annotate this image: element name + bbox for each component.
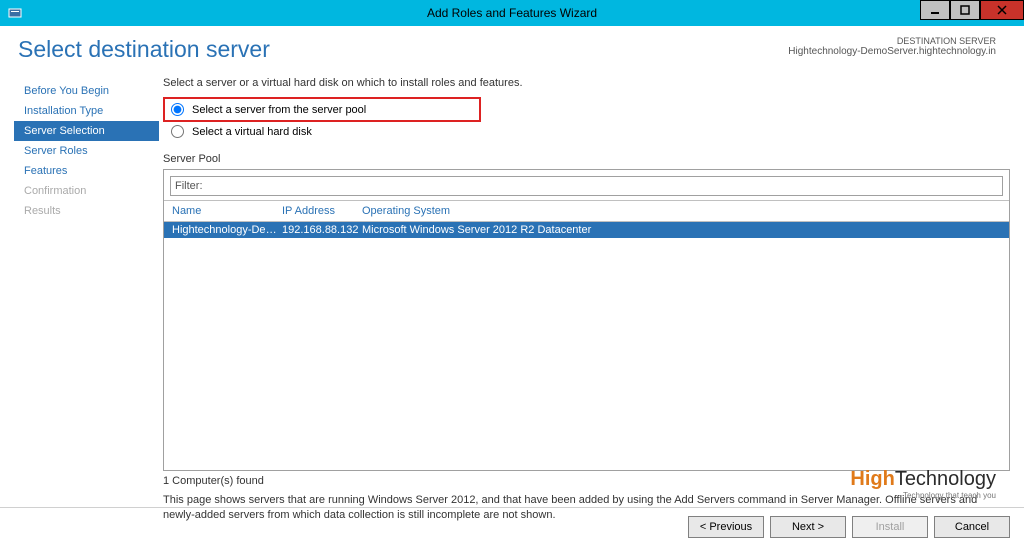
watermark-sub: Technology that teach you bbox=[850, 491, 996, 500]
cell-name: Hightechnology-DemoS... bbox=[172, 224, 282, 236]
grid-header: Name IP Address Operating System bbox=[164, 200, 1009, 222]
maximize-button[interactable] bbox=[950, 0, 980, 20]
table-row[interactable]: Hightechnology-DemoS... 192.168.88.132 M… bbox=[164, 222, 1009, 238]
nav-server-roles[interactable]: Server Roles bbox=[14, 141, 159, 161]
wizard-window: Add Roles and Features Wizard Select des… bbox=[0, 0, 1024, 546]
main-panel: Select a server or a virtual hard disk o… bbox=[159, 77, 1010, 507]
header: Select destination server DESTINATION SE… bbox=[0, 26, 1024, 63]
previous-button[interactable]: < Previous bbox=[688, 516, 764, 538]
nav-features[interactable]: Features bbox=[14, 161, 159, 181]
nav-results: Results bbox=[14, 201, 159, 221]
instruction-text: Select a server or a virtual hard disk o… bbox=[163, 77, 1010, 89]
filter-label: Filter: bbox=[175, 180, 203, 192]
col-os[interactable]: Operating System bbox=[362, 205, 1001, 217]
radio-server-pool-input[interactable] bbox=[171, 103, 184, 116]
nav-server-selection[interactable]: Server Selection bbox=[14, 121, 159, 141]
cancel-button[interactable]: Cancel bbox=[934, 516, 1010, 538]
install-button: Install bbox=[852, 516, 928, 538]
filter-row: Filter: bbox=[170, 176, 1003, 196]
server-pool-header: Server Pool bbox=[163, 153, 1010, 165]
grid-body[interactable]: Hightechnology-DemoS... 192.168.88.132 M… bbox=[164, 222, 1009, 470]
highlight-box: Select a server from the server pool bbox=[163, 97, 481, 122]
nav-installation-type[interactable]: Installation Type bbox=[14, 101, 159, 121]
radio-group: Select a server from the server pool Sel… bbox=[163, 95, 1010, 147]
window-title: Add Roles and Features Wizard bbox=[0, 6, 1024, 20]
radio-vhd[interactable]: Select a virtual hard disk bbox=[163, 122, 1010, 141]
destination-info: DESTINATION SERVER Hightechnology-DemoSe… bbox=[788, 36, 996, 63]
close-button[interactable] bbox=[980, 0, 1024, 20]
col-ip[interactable]: IP Address bbox=[282, 205, 362, 217]
next-button[interactable]: Next > bbox=[770, 516, 846, 538]
window-controls bbox=[920, 0, 1024, 26]
watermark-rest: Technology bbox=[895, 468, 996, 490]
minimize-button[interactable] bbox=[920, 0, 950, 20]
server-pool-box: Filter: Name IP Address Operating System… bbox=[163, 169, 1010, 471]
col-name[interactable]: Name bbox=[172, 205, 282, 217]
watermark: HighTechnology Technology that teach you bbox=[850, 468, 996, 500]
radio-vhd-label: Select a virtual hard disk bbox=[192, 126, 312, 138]
cell-os: Microsoft Windows Server 2012 R2 Datacen… bbox=[362, 224, 1001, 236]
page-title: Select destination server bbox=[18, 36, 270, 63]
radio-vhd-input[interactable] bbox=[171, 125, 184, 138]
destination-value: Hightechnology-DemoServer.hightechnology… bbox=[788, 46, 996, 57]
server-grid: Name IP Address Operating System Hightec… bbox=[164, 200, 1009, 470]
wizard-nav: Before You Begin Installation Type Serve… bbox=[14, 77, 159, 507]
titlebar: Add Roles and Features Wizard bbox=[0, 0, 1024, 26]
radio-server-pool[interactable]: Select a server from the server pool bbox=[169, 100, 475, 119]
filter-input[interactable] bbox=[207, 179, 999, 193]
app-icon bbox=[6, 4, 24, 22]
footer: < Previous Next > Install Cancel bbox=[0, 507, 1024, 546]
body: Before You Begin Installation Type Serve… bbox=[0, 63, 1024, 507]
destination-label: DESTINATION SERVER bbox=[788, 36, 996, 46]
nav-before-you-begin[interactable]: Before You Begin bbox=[14, 81, 159, 101]
watermark-title: HighTechnology bbox=[850, 468, 996, 491]
radio-server-pool-label: Select a server from the server pool bbox=[192, 104, 366, 116]
cell-ip: 192.168.88.132 bbox=[282, 224, 362, 236]
nav-confirmation: Confirmation bbox=[14, 181, 159, 201]
watermark-hi: High bbox=[850, 468, 894, 490]
